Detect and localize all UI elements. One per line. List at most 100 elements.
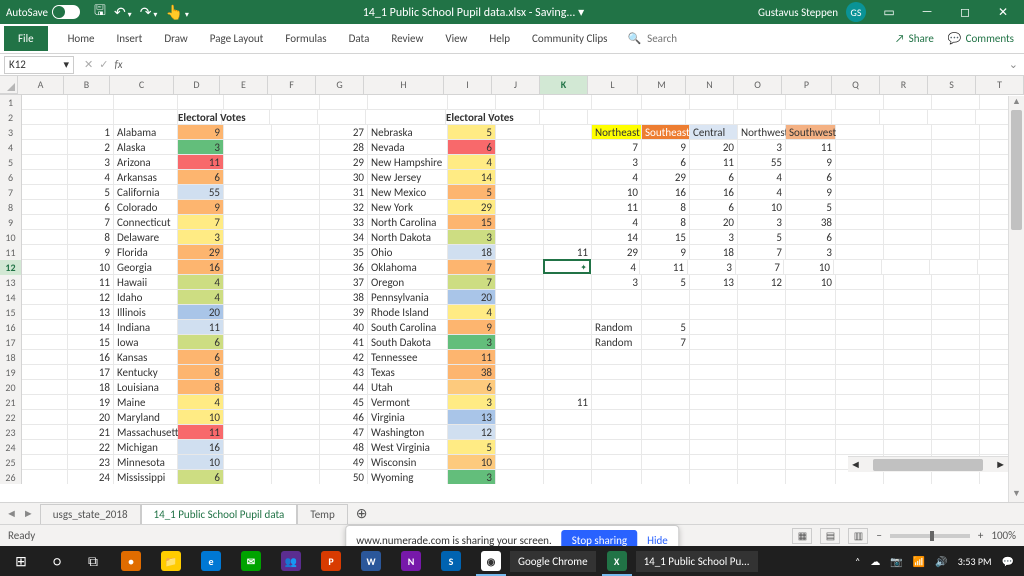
- normal-view-icon[interactable]: ▦: [792, 528, 812, 544]
- cell-F14[interactable]: [272, 290, 320, 305]
- cell-K25[interactable]: [544, 455, 592, 470]
- cell-L25[interactable]: [592, 455, 642, 470]
- cell-Q6[interactable]: [836, 170, 884, 185]
- cell-A14[interactable]: [22, 290, 68, 305]
- cell-G16[interactable]: 40: [320, 320, 368, 335]
- cell-P13[interactable]: 10: [786, 275, 836, 290]
- cell-B16[interactable]: 14: [68, 320, 114, 335]
- cell-C25[interactable]: Minnesota: [114, 455, 178, 470]
- cell-D5[interactable]: 11: [178, 155, 224, 170]
- vertical-scrollbar[interactable]: ▲ ▼: [1008, 96, 1024, 502]
- cell-O13[interactable]: 12: [738, 275, 786, 290]
- cell-M7[interactable]: 16: [642, 185, 690, 200]
- page-break-view-icon[interactable]: ▥: [848, 528, 868, 544]
- cell-J5[interactable]: [496, 155, 544, 170]
- cell-C19[interactable]: Kentucky: [114, 365, 178, 380]
- cell-D22[interactable]: 10: [178, 410, 224, 425]
- cell-O16[interactable]: [738, 320, 786, 335]
- scroll-right-icon[interactable]: ►: [995, 458, 1006, 471]
- cell-P12[interactable]: 10: [784, 260, 834, 275]
- cell-J19[interactable]: [496, 365, 544, 380]
- col-K[interactable]: K: [540, 76, 588, 94]
- cell-G21[interactable]: 45: [320, 395, 368, 410]
- cell-S14[interactable]: [932, 290, 980, 305]
- cell-D10[interactable]: 3: [178, 230, 224, 245]
- cell-B6[interactable]: 4: [68, 170, 114, 185]
- cell-Q14[interactable]: [836, 290, 884, 305]
- row-header[interactable]: 8: [0, 200, 22, 215]
- cell-H22[interactable]: Virginia: [368, 410, 448, 425]
- cell-G20[interactable]: 44: [320, 380, 368, 395]
- cell-F15[interactable]: [272, 305, 320, 320]
- cell-J21[interactable]: [496, 395, 544, 410]
- cell-A21[interactable]: [22, 395, 68, 410]
- cell-C20[interactable]: Louisiana: [114, 380, 178, 395]
- zoom-in-icon[interactable]: +: [978, 529, 983, 542]
- row-header[interactable]: 2: [0, 110, 22, 125]
- cell-R2[interactable]: [880, 110, 928, 125]
- cell-P19[interactable]: [786, 365, 836, 380]
- cell-D3[interactable]: 9: [178, 125, 224, 140]
- cell-I10[interactable]: 3: [448, 230, 496, 245]
- row-header[interactable]: 18: [0, 350, 22, 365]
- cell-L20[interactable]: [592, 380, 642, 395]
- cell-I2[interactable]: Electoral Votes: [416, 110, 492, 125]
- cell-O18[interactable]: [738, 350, 786, 365]
- cell-G8[interactable]: 32: [320, 200, 368, 215]
- cell-N11[interactable]: 18: [690, 245, 738, 260]
- cell-D20[interactable]: 8: [178, 380, 224, 395]
- col-O[interactable]: O: [734, 76, 782, 94]
- cell-R14[interactable]: [884, 290, 932, 305]
- cell-O6[interactable]: 4: [738, 170, 786, 185]
- cell-I22[interactable]: 13: [448, 410, 496, 425]
- cell-Q5[interactable]: [836, 155, 884, 170]
- taskbar-app[interactable]: 👥: [272, 546, 310, 576]
- cell-N23[interactable]: [690, 425, 738, 440]
- cell-K24[interactable]: [544, 440, 592, 455]
- cell-Q7[interactable]: [836, 185, 884, 200]
- cell-J1[interactable]: [496, 95, 544, 110]
- cell-B2[interactable]: [68, 110, 114, 125]
- touch-mode-icon[interactable]: 👆: [165, 4, 188, 21]
- expand-formula-bar-icon[interactable]: ⌄: [1003, 58, 1024, 71]
- row-header[interactable]: 17: [0, 335, 22, 350]
- scroll-left-icon[interactable]: ◄: [850, 458, 861, 471]
- cell-M4[interactable]: 9: [642, 140, 690, 155]
- cell-D17[interactable]: 6: [178, 335, 224, 350]
- col-B[interactable]: B: [64, 76, 110, 94]
- cell-D14[interactable]: 4: [178, 290, 224, 305]
- cell-M23[interactable]: [642, 425, 690, 440]
- taskbar-app[interactable]: W: [352, 546, 390, 576]
- cell-P5[interactable]: 9: [786, 155, 836, 170]
- search-input[interactable]: [647, 32, 727, 45]
- cell-B11[interactable]: 9: [68, 245, 114, 260]
- cell-B13[interactable]: 11: [68, 275, 114, 290]
- cell-H12[interactable]: Oklahoma: [368, 260, 448, 275]
- cell-J18[interactable]: [496, 350, 544, 365]
- cell-S16[interactable]: [932, 320, 980, 335]
- row-header[interactable]: 14: [0, 290, 22, 305]
- cell-G15[interactable]: 39: [320, 305, 368, 320]
- cell-Q8[interactable]: [836, 200, 884, 215]
- row-header[interactable]: 23: [0, 425, 22, 440]
- cell-O3[interactable]: Northwest: [738, 125, 786, 140]
- cell-I25[interactable]: 10: [448, 455, 496, 470]
- cell-K22[interactable]: [544, 410, 592, 425]
- cell-M5[interactable]: 6: [642, 155, 690, 170]
- cell-S7[interactable]: [932, 185, 980, 200]
- cell-F1[interactable]: [272, 95, 320, 110]
- tab-help[interactable]: Help: [487, 26, 512, 51]
- cell-G25[interactable]: 49: [320, 455, 368, 470]
- cell-Q3[interactable]: [836, 125, 884, 140]
- cell-H11[interactable]: Ohio: [368, 245, 448, 260]
- cell-E15[interactable]: [224, 305, 272, 320]
- row-header[interactable]: 7: [0, 185, 22, 200]
- tray-up-icon[interactable]: ˄: [855, 555, 860, 568]
- cell-L24[interactable]: [592, 440, 642, 455]
- cell-M9[interactable]: 8: [642, 215, 690, 230]
- cell-I15[interactable]: 4: [448, 305, 496, 320]
- cell-R17[interactable]: [884, 335, 932, 350]
- cell-L1[interactable]: [592, 95, 642, 110]
- cell-K16[interactable]: [544, 320, 592, 335]
- cell-G1[interactable]: [320, 95, 368, 110]
